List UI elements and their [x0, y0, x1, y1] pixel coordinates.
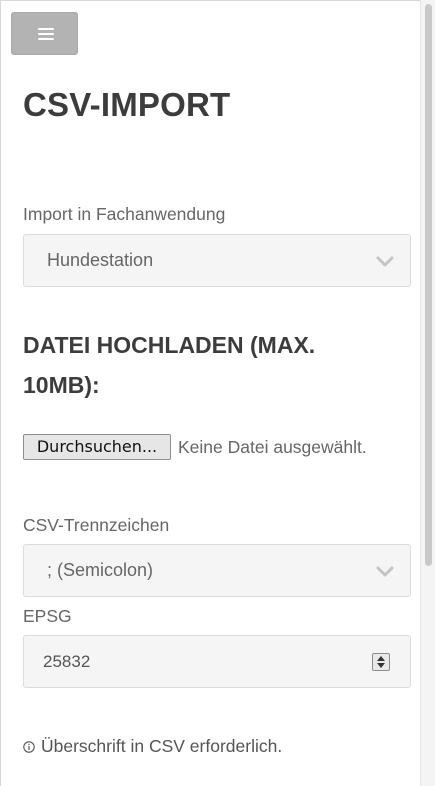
delimiter-selected-value: ; (Semicolon): [47, 560, 154, 580]
epsg-value: 25832: [43, 652, 91, 671]
upload-heading: DATEI HOCHLADEN (MAX. 10MB):: [23, 332, 316, 398]
file-status-text: Keine Datei ausgewählt.: [178, 437, 367, 457]
epsg-input[interactable]: 25832: [23, 635, 411, 688]
delimiter-select[interactable]: ; (Semicolon): [23, 544, 411, 597]
fachanwendung-select[interactable]: Hundestation: [23, 234, 411, 287]
page-title: CSV-IMPORT: [23, 86, 231, 123]
chevron-down-icon: [376, 566, 394, 577]
epsg-label: EPSG: [23, 606, 72, 626]
hamburger-icon: [38, 28, 54, 40]
browse-file-button[interactable]: Durchsuchen...: [23, 434, 171, 460]
stepper-down-icon[interactable]: [377, 663, 385, 668]
fachanwendung-selected-value: Hundestation: [47, 250, 154, 270]
chevron-down-icon: [376, 256, 394, 267]
scrollbar-thumb[interactable]: [425, 4, 432, 566]
info-icon: [23, 741, 35, 753]
fachanwendung-label: Import in Fachanwendung: [23, 204, 226, 224]
stepper-up-icon[interactable]: [377, 656, 385, 661]
notice-text: Überschrift in CSV erforderlich.: [41, 736, 283, 756]
delimiter-label: CSV-Trennzeichen: [23, 515, 170, 535]
epsg-stepper[interactable]: [372, 653, 390, 671]
menu-toggle-button[interactable]: [11, 12, 78, 55]
csv-header-notice: Überschrift in CSV erforderlich.: [23, 736, 282, 757]
